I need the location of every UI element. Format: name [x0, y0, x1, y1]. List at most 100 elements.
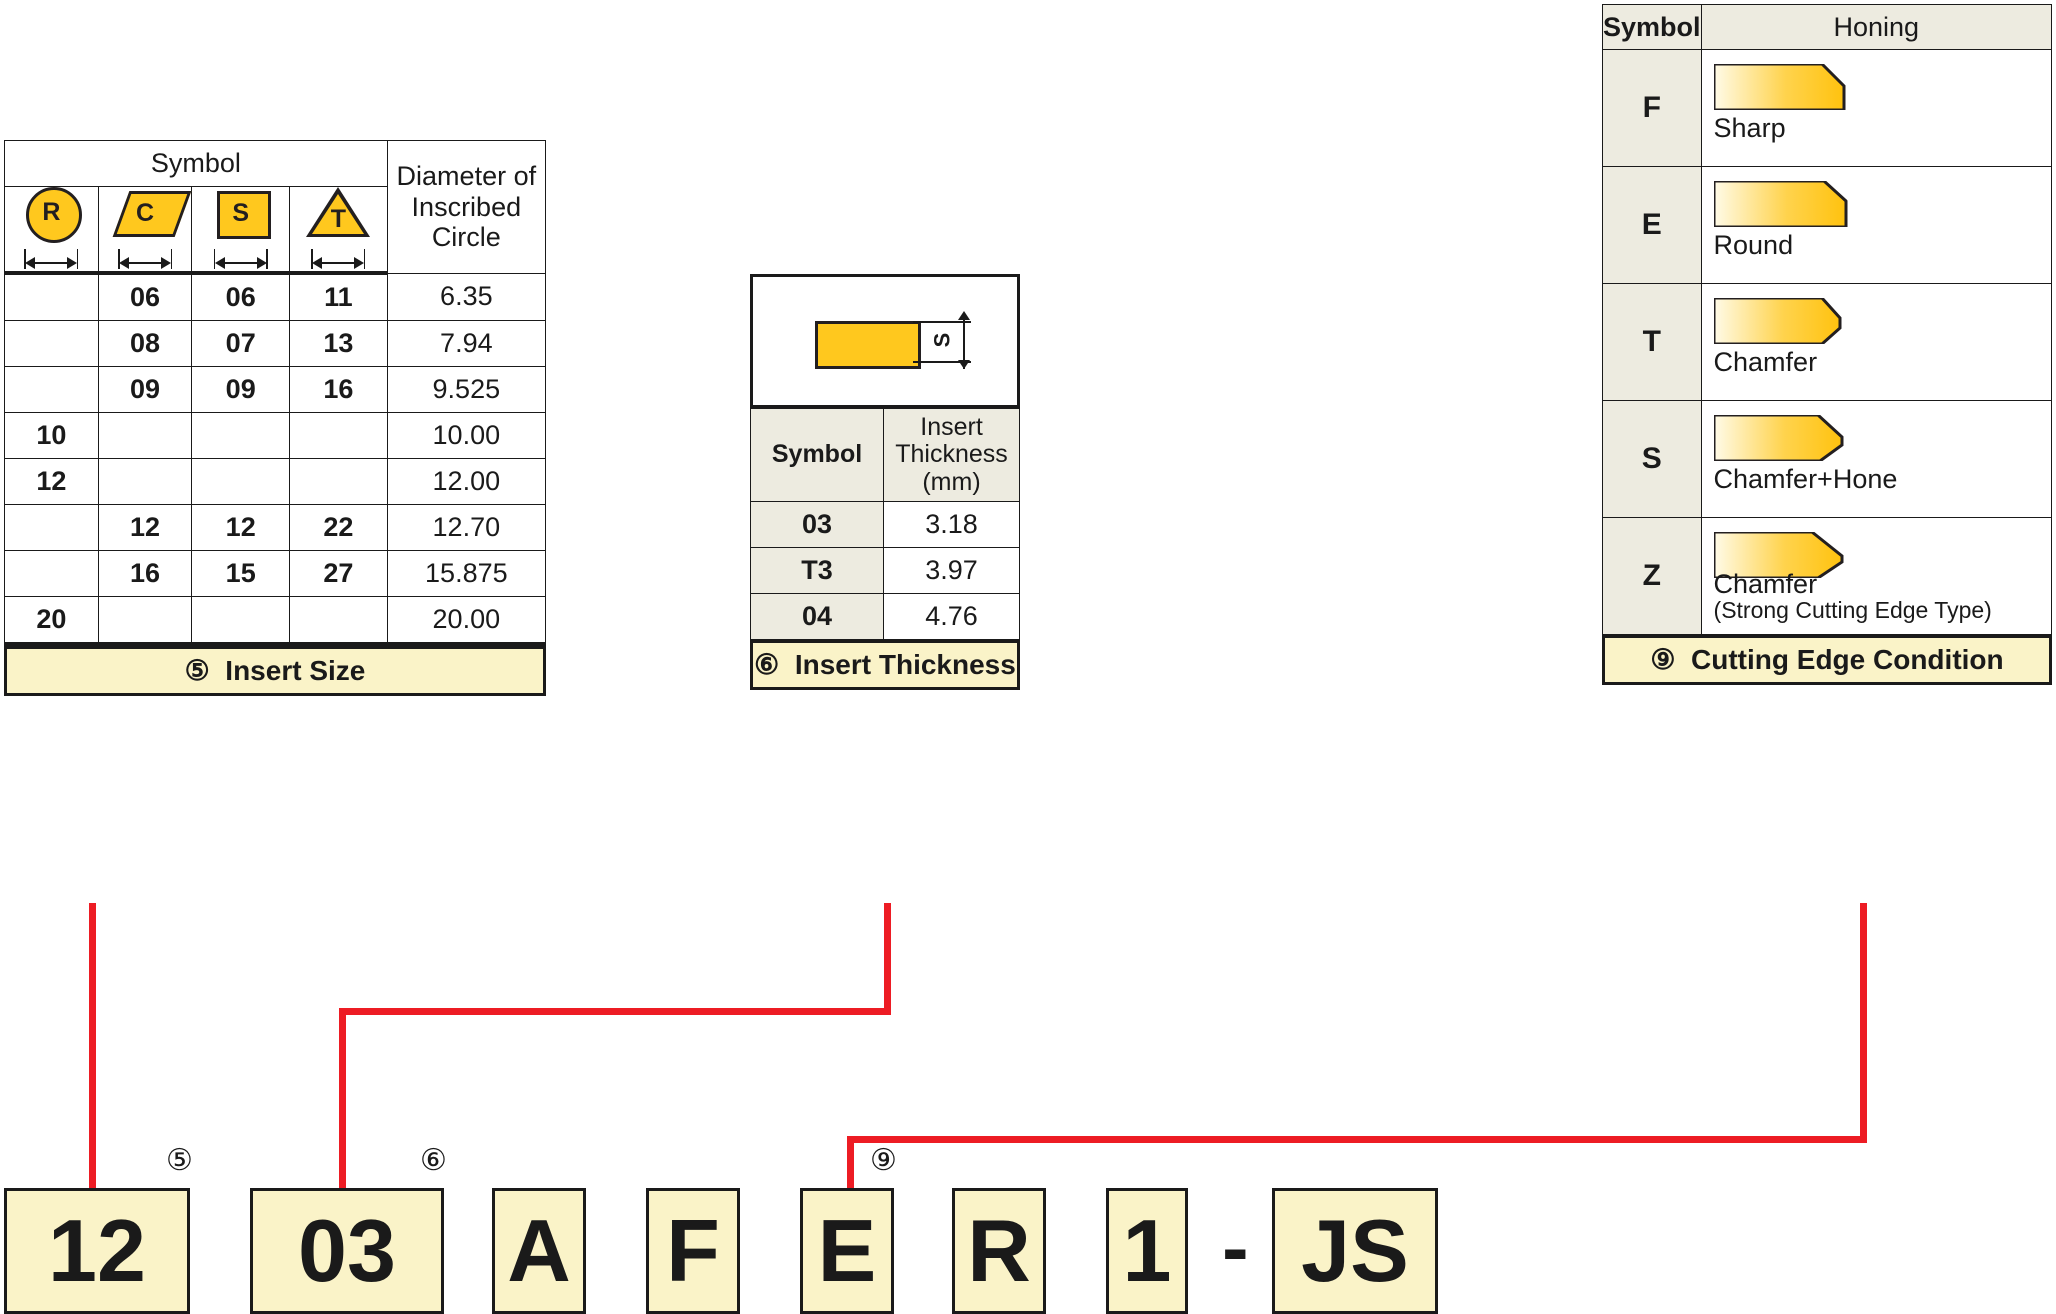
shape-letter-c: C	[136, 199, 155, 227]
inscribed-circle-diameter: 7.94	[386, 320, 547, 367]
inscribed-circle-diameter: 20.00	[386, 596, 547, 646]
table-row: 12 12.00	[4, 458, 547, 505]
insert-size-cell-c: 09	[97, 366, 193, 413]
insert-size-cell-r	[4, 550, 99, 597]
thickness-symbol: 03	[749, 501, 885, 548]
thickness-value-header: Insert Thickness (mm)	[883, 408, 1020, 502]
connector-line-cutting-edge-seg2	[847, 1136, 1867, 1143]
insert-size-cell-t	[289, 412, 388, 459]
table-row: F Sharp	[1602, 49, 2053, 167]
cutting-edge-footer-num: ⑨	[1650, 644, 1676, 675]
designation-marker-2: ⑥	[420, 1144, 447, 1177]
insert-size-cell-r: 20	[4, 596, 99, 646]
designation-marker-1: ⑤	[166, 1144, 193, 1177]
insert-size-cell-c	[97, 596, 193, 646]
round-insert-icon: R	[15, 187, 87, 249]
cutting-edge-condition-table: Symbol Honing F Sharp E Round T Chamfer S Chamf…	[1602, 4, 2053, 685]
honing-illustration-cell: Round	[1700, 166, 2053, 284]
designation-box-1[interactable]: 12	[4, 1188, 190, 1314]
thickness-header-line3: (mm)	[922, 467, 981, 496]
designation-box-3[interactable]: A	[492, 1188, 586, 1314]
table-row: 06 06 11 6.35	[4, 272, 547, 321]
table-row: 10 10.00	[4, 412, 547, 459]
honing-label: Chamfer+Hone	[1713, 464, 1898, 494]
insert-size-footer-label: Insert Size	[225, 655, 366, 686]
insert-size-cell-r	[4, 366, 99, 413]
insert-size-cell-c: 06	[97, 272, 193, 321]
thickness-dimension-label: S	[929, 332, 955, 348]
shape-cell-square: S	[191, 186, 291, 275]
connector-line-thickness-seg2	[339, 1008, 891, 1015]
designation-box-7[interactable]: 1	[1106, 1188, 1188, 1314]
connector-line-thickness-seg1	[884, 903, 891, 1015]
honing-label: Chamfer	[1713, 347, 1818, 377]
connector-line-cutting-edge-seg3	[847, 1136, 854, 1193]
thickness-symbol-header: Symbol	[749, 408, 885, 502]
square-insert-icon: S	[205, 187, 277, 249]
insert-thickness-table: S Symbol Insert Thickness (mm) 03 3.18 T3 3…	[749, 274, 1020, 690]
designation-box-2[interactable]: 03	[250, 1188, 444, 1314]
inscribed-circle-diameter: 12.70	[386, 504, 547, 551]
insert-size-cell-r	[4, 272, 99, 321]
chamfer-hone-edge-icon	[1712, 413, 1864, 463]
designation-box-4[interactable]: F	[646, 1188, 740, 1314]
shape-cell-triangular: T	[289, 186, 388, 275]
insert-size-footer: ⑤ Insert Size	[4, 646, 546, 696]
insert-size-cell-s	[191, 596, 291, 646]
insert-size-cell-r: 10	[4, 412, 99, 459]
insert-size-cell-s: 15	[191, 550, 291, 597]
insert-size-cell-s: 12	[191, 504, 291, 551]
inscribed-circle-diameter: 6.35	[386, 272, 547, 321]
table-row: 16 15 27 15.875	[4, 550, 547, 597]
honing-symbol: T	[1602, 283, 1702, 401]
honing-label-main: Chamfer+Hone	[1713, 464, 1898, 494]
diameter-header-line3: Circle	[431, 221, 501, 252]
honing-symbol: S	[1602, 400, 1702, 518]
honing-symbol: F	[1602, 49, 1702, 167]
table-row: Z Chamfer (Strong Cutting Edge Type)	[1602, 517, 2053, 635]
honing-label-main: Round	[1713, 230, 1794, 260]
thickness-value: 3.18	[883, 501, 1020, 548]
table-row: 08 07 13 7.94	[4, 320, 547, 367]
insert-size-cell-t	[289, 596, 388, 646]
dimension-arrow-icon	[302, 249, 374, 271]
honing-label: Round	[1713, 230, 1794, 260]
insert-size-cell-c: 08	[97, 320, 193, 367]
honing-label: Chamfer (Strong Cutting Edge Type)	[1714, 570, 1992, 623]
honing-illustration-cell: Sharp	[1700, 49, 2053, 167]
inscribed-circle-diameter: 12.00	[386, 458, 547, 505]
shape-letter-t: T	[330, 205, 346, 233]
insert-size-cell-t: 13	[289, 320, 388, 367]
insert-size-cell-r	[4, 504, 99, 551]
insert-size-footer-num: ⑤	[184, 655, 210, 686]
thickness-symbol: T3	[749, 547, 885, 594]
insert-thickness-footer-label: Insert Thickness	[794, 649, 1016, 680]
honing-illustration-cell: Chamfer (Strong Cutting Edge Type)	[1700, 517, 2053, 635]
shape-letter-r: R	[42, 198, 61, 226]
table-row: 04 4.76	[749, 593, 1020, 640]
honing-label-main: Chamfer	[1713, 347, 1818, 377]
connector-line-cutting-edge-seg1	[1860, 903, 1867, 1143]
honing-label-main: Sharp	[1713, 113, 1786, 143]
designation-box-8[interactable]: JS	[1272, 1188, 1438, 1314]
insert-size-cell-s	[191, 458, 291, 505]
table-row: T Chamfer	[1602, 283, 2053, 401]
connector-line-thickness-seg3	[339, 1008, 346, 1193]
triangular-insert-icon: T	[302, 187, 374, 249]
thickness-value: 3.97	[883, 547, 1020, 594]
round-edge-icon	[1712, 179, 1864, 229]
insert-size-cell-s: 06	[191, 272, 291, 321]
dimension-arrow-icon	[205, 249, 277, 271]
designation-box-6[interactable]: R	[952, 1188, 1046, 1314]
table-row: 03 3.18	[749, 501, 1020, 548]
table-row: S Chamfer+Hone	[1602, 400, 2053, 518]
thickness-header-line2: Thickness	[895, 440, 1008, 469]
insert-thickness-figure: S	[750, 274, 1020, 408]
inscribed-circle-diameter: 10.00	[386, 412, 547, 459]
insert-size-symbol-header: Symbol	[4, 140, 388, 187]
insert-size-cell-t: 11	[289, 272, 388, 321]
insert-size-cell-t	[289, 458, 388, 505]
designation-box-5[interactable]: E	[800, 1188, 894, 1314]
diameter-header: Diameter of Inscribed Circle	[386, 140, 547, 274]
table-row: E Round	[1602, 166, 2053, 284]
